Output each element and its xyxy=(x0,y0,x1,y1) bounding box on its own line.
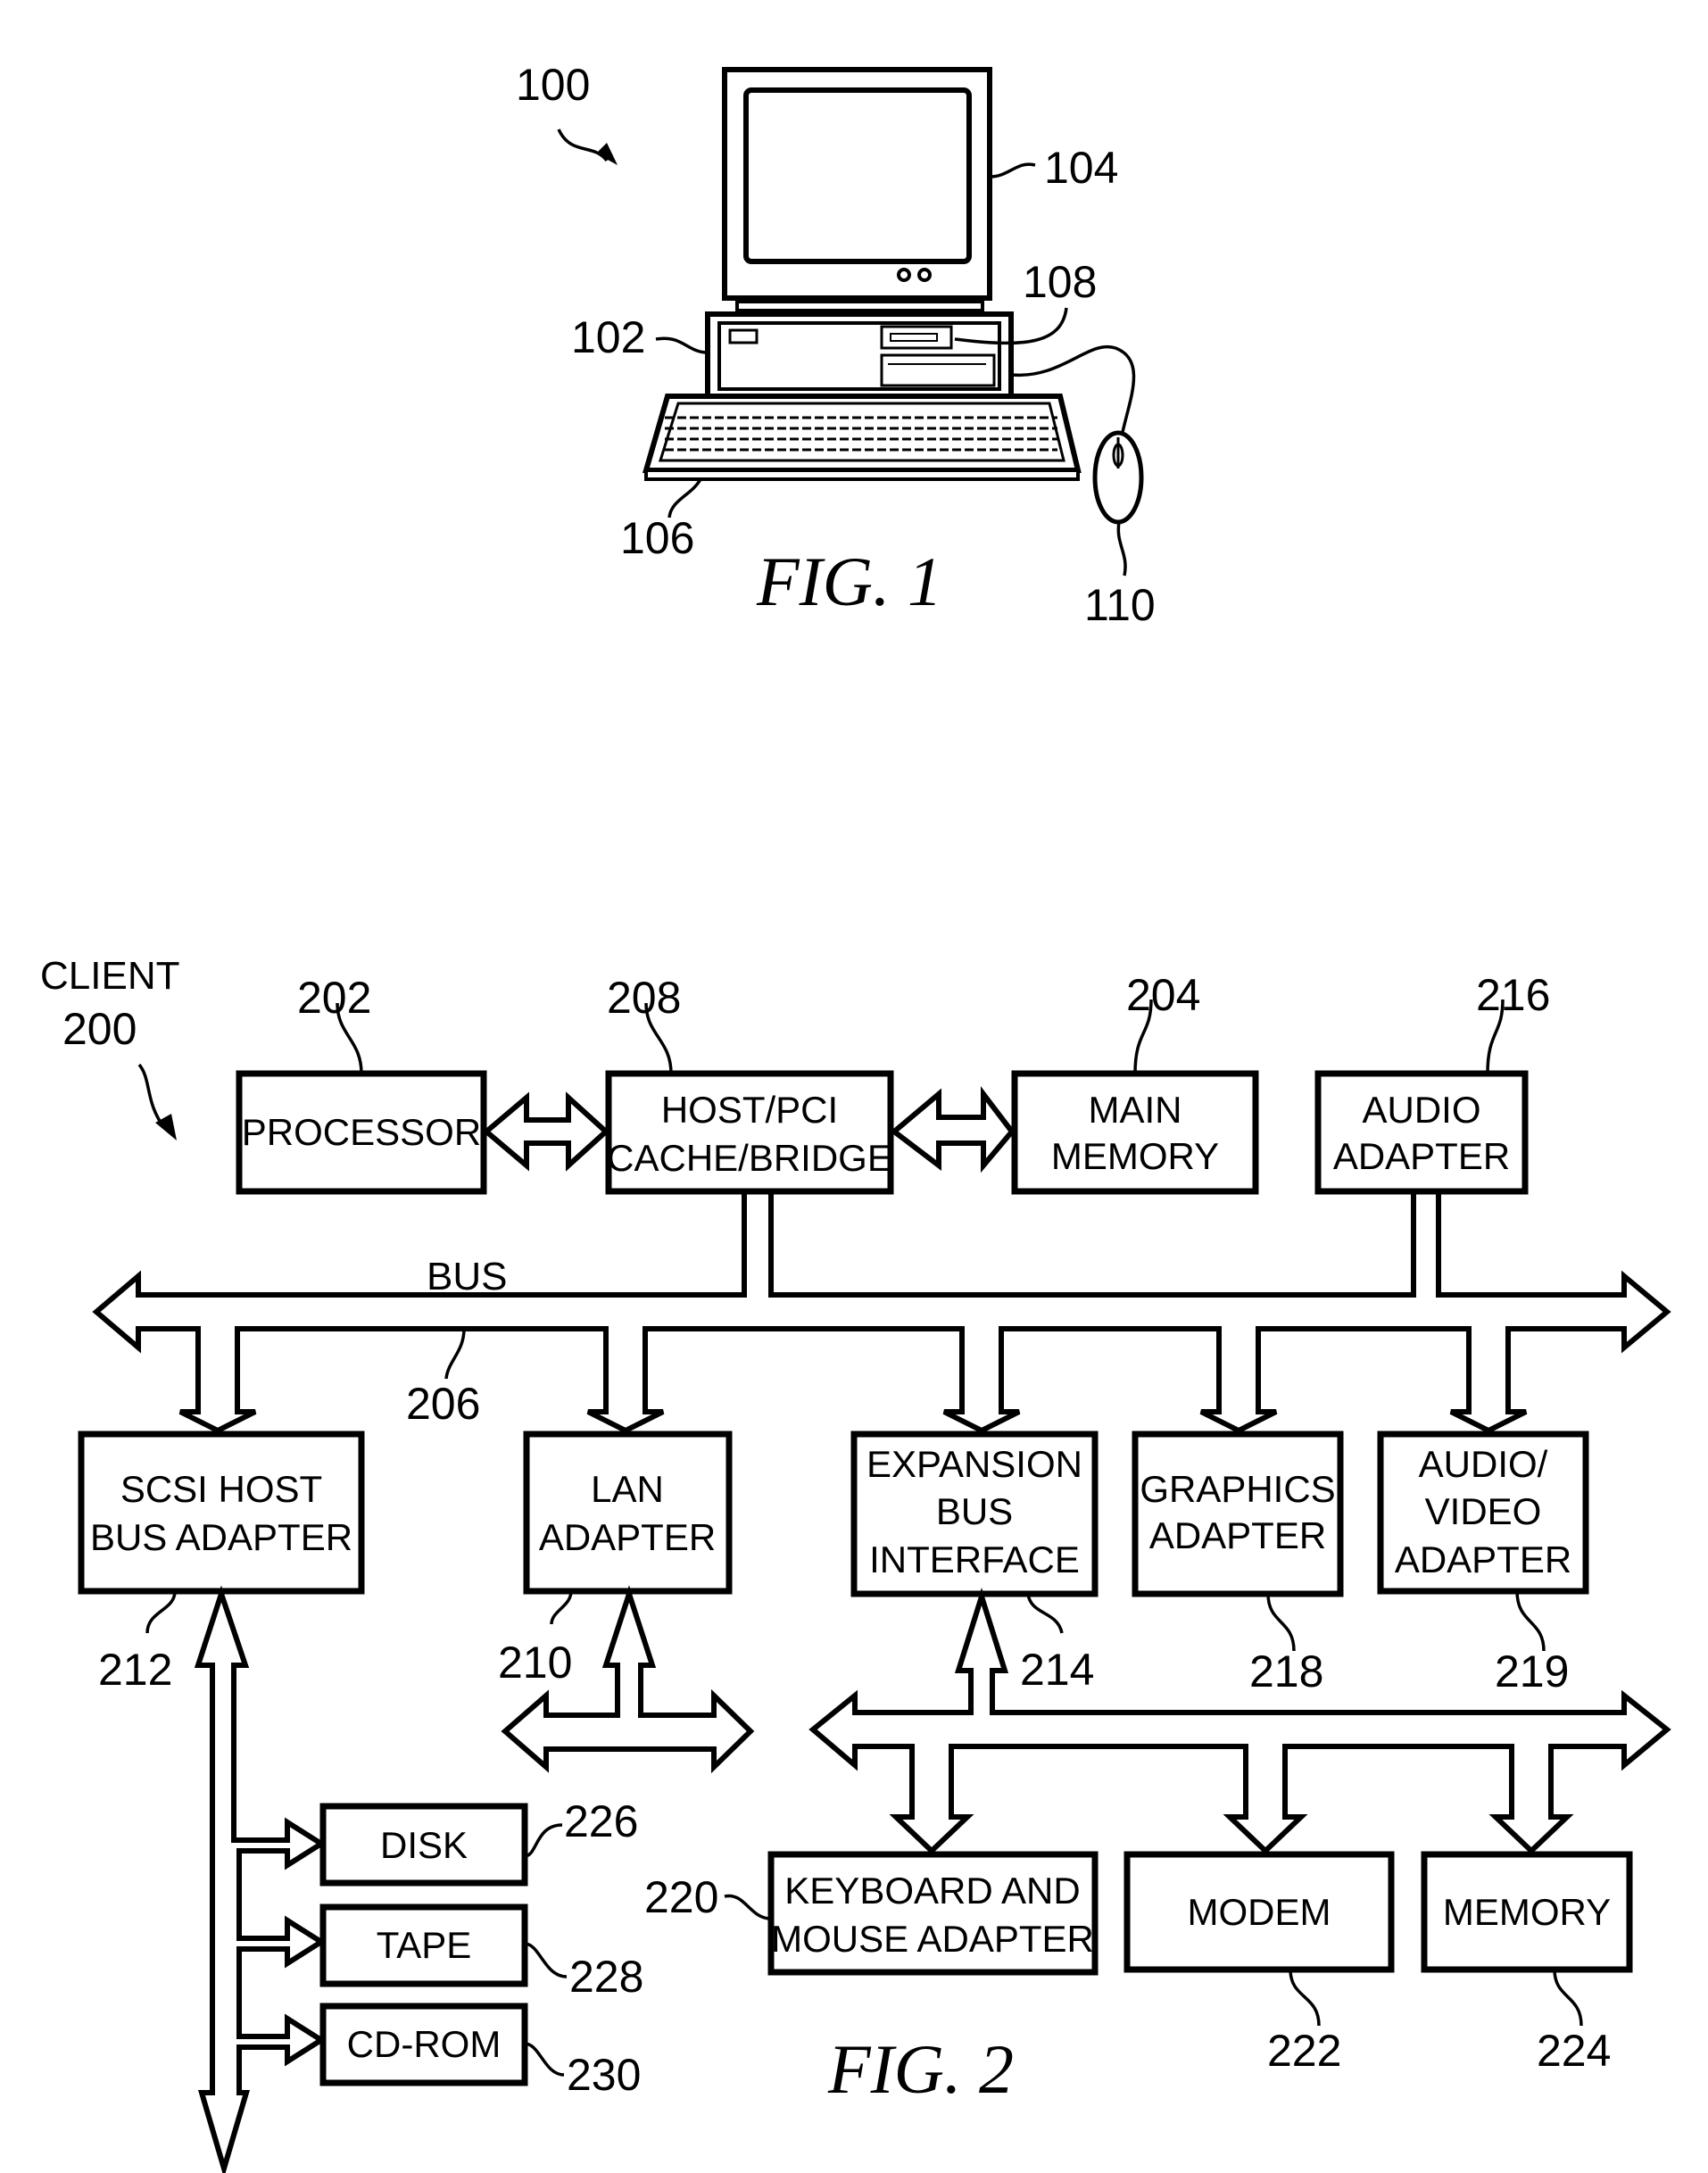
leader-102 xyxy=(655,336,709,354)
ref-110: 110 xyxy=(1084,580,1156,630)
arrowhead-100 xyxy=(596,143,618,165)
ref-230: 230 xyxy=(567,2050,641,2100)
patent-drawing: 100 104 102 108 106 110 FIG. 1 CLIENT 20… xyxy=(40,60,1671,2173)
tape-block: TAPE xyxy=(319,1903,528,1987)
leader-222 xyxy=(1289,1969,1321,2027)
av-label-1: AUDIO/ xyxy=(1419,1443,1548,1485)
leader-106 xyxy=(667,478,702,518)
ref-224: 224 xyxy=(1537,2026,1611,2076)
processor-label: PROCESSOR xyxy=(242,1111,481,1153)
modem-label: MODEM xyxy=(1188,1891,1331,1933)
ref-102: 102 xyxy=(571,312,645,362)
ref-100: 100 xyxy=(516,60,590,110)
figure-1-caption: FIG. 1 xyxy=(756,543,942,620)
ref-202: 202 xyxy=(297,973,371,1023)
disk-block: DISK xyxy=(319,1803,528,1887)
leader-220 xyxy=(724,1894,772,1920)
ref-208: 208 xyxy=(607,973,681,1023)
tape-label: TAPE xyxy=(377,1924,472,1966)
figure-2-caption: FIG. 2 xyxy=(827,2030,1014,2108)
ref-204: 204 xyxy=(1126,970,1200,1020)
leader-100 xyxy=(557,129,609,162)
scsi-bus xyxy=(194,1585,327,2173)
main-memory-label-1: MAIN xyxy=(1089,1089,1182,1131)
expansion-bus-interface-block: EXPANSION BUS INTERFACE xyxy=(850,1431,1099,1597)
host-pci-label-1: HOST/PCI xyxy=(661,1089,838,1131)
graphics-adapter-block: GRAPHICS ADAPTER xyxy=(1132,1431,1344,1597)
scsi-label-2: BUS ADAPTER xyxy=(90,1516,352,1558)
mouse-icon xyxy=(1092,430,1144,525)
audio-video-adapter-block: AUDIO/ VIDEO ADAPTER xyxy=(1377,1431,1589,1595)
av-label-3: ADAPTER xyxy=(1395,1539,1571,1580)
av-label-2: VIDEO xyxy=(1425,1490,1542,1532)
client-label: CLIENT xyxy=(40,954,179,998)
processor-block: PROCESSOR xyxy=(236,1070,487,1195)
cdrom-block: CD-ROM xyxy=(319,2003,528,2086)
leader-110 xyxy=(1116,521,1127,576)
memory-label: MEMORY xyxy=(1443,1891,1611,1933)
keyboard-icon xyxy=(643,394,1082,481)
leader-210 xyxy=(550,1590,573,1625)
bus-label: BUS xyxy=(427,1255,507,1298)
ref-108: 108 xyxy=(1023,257,1097,307)
ref-200: 200 xyxy=(62,1004,137,1054)
expansion-label-1: EXPANSION xyxy=(866,1443,1082,1485)
lan-adapter-block: LAN ADAPTER xyxy=(523,1431,733,1595)
ref-228: 228 xyxy=(569,1952,643,2002)
ref-220: 220 xyxy=(644,1872,718,1922)
ref-106: 106 xyxy=(620,513,694,563)
leader-228 xyxy=(524,1942,568,1978)
ref-226: 226 xyxy=(564,1796,638,1846)
host-pci-bridge-block: HOST/PCI CACHE/BRIDGE xyxy=(605,1070,894,1195)
audio-adapter-label-1: AUDIO xyxy=(1362,1089,1480,1131)
leader-214 xyxy=(1026,1593,1064,1634)
ref-214: 214 xyxy=(1020,1645,1094,1695)
kbm-label-2: MOUSE ADAPTER xyxy=(771,1918,1094,1960)
modem-block: MODEM xyxy=(1123,1851,1395,1973)
bridge-memory-arrow xyxy=(890,1086,1016,1174)
leader-226 xyxy=(524,1823,563,1858)
cdrom-label: CD-ROM xyxy=(347,2023,502,2065)
figure-1: 100 104 102 108 106 110 FIG. 1 xyxy=(516,60,1156,630)
leader-218 xyxy=(1266,1593,1296,1652)
main-memory-label-2: MEMORY xyxy=(1051,1135,1219,1177)
lan-label-2: ADAPTER xyxy=(539,1516,716,1558)
ref-219: 219 xyxy=(1495,1646,1569,1696)
audio-adapter-label-2: ADAPTER xyxy=(1333,1135,1510,1177)
disk-label: DISK xyxy=(380,1824,468,1866)
leader-206 xyxy=(444,1328,466,1380)
graphics-label-2: ADAPTER xyxy=(1149,1514,1326,1556)
monitor-icon xyxy=(722,67,992,312)
memory-block: MEMORY xyxy=(1421,1851,1633,1973)
system-unit-icon xyxy=(705,311,1014,399)
expansion-label-3: INTERFACE xyxy=(869,1539,1080,1580)
ref-210: 210 xyxy=(498,1638,572,1688)
leader-200 xyxy=(137,1063,167,1131)
leader-219 xyxy=(1515,1590,1546,1652)
processor-bridge-arrow xyxy=(482,1091,610,1172)
ref-218: 218 xyxy=(1249,1646,1323,1696)
scsi-adapter-block: SCSI HOST BUS ADAPTER xyxy=(78,1431,365,1595)
ref-222: 222 xyxy=(1267,2026,1341,2076)
keyboard-mouse-adapter-block: KEYBOARD AND MOUSE ADAPTER xyxy=(767,1851,1099,1976)
figure-2: CLIENT 200 BUS 206 PROCESSOR 202 HOST/PC… xyxy=(40,954,1671,2173)
expansion-label-2: BUS xyxy=(936,1490,1013,1532)
main-memory-block: MAIN MEMORY xyxy=(1011,1070,1259,1195)
leader-212 xyxy=(145,1590,177,1634)
leader-224 xyxy=(1553,1969,1583,2027)
leader-230 xyxy=(524,2042,565,2077)
scsi-label-1: SCSI HOST xyxy=(120,1468,322,1510)
ref-216: 216 xyxy=(1476,970,1550,1020)
graphics-label-1: GRAPHICS xyxy=(1140,1468,1335,1510)
ref-206: 206 xyxy=(406,1379,480,1429)
ref-212: 212 xyxy=(98,1645,172,1695)
audio-adapter-block: AUDIO ADAPTER xyxy=(1314,1070,1529,1195)
ref-104: 104 xyxy=(1044,143,1118,193)
leader-104 xyxy=(990,162,1036,178)
lan-label-1: LAN xyxy=(591,1468,664,1510)
kbm-label-1: KEYBOARD AND xyxy=(784,1870,1080,1912)
host-pci-label-2: CACHE/BRIDGE xyxy=(607,1137,892,1179)
